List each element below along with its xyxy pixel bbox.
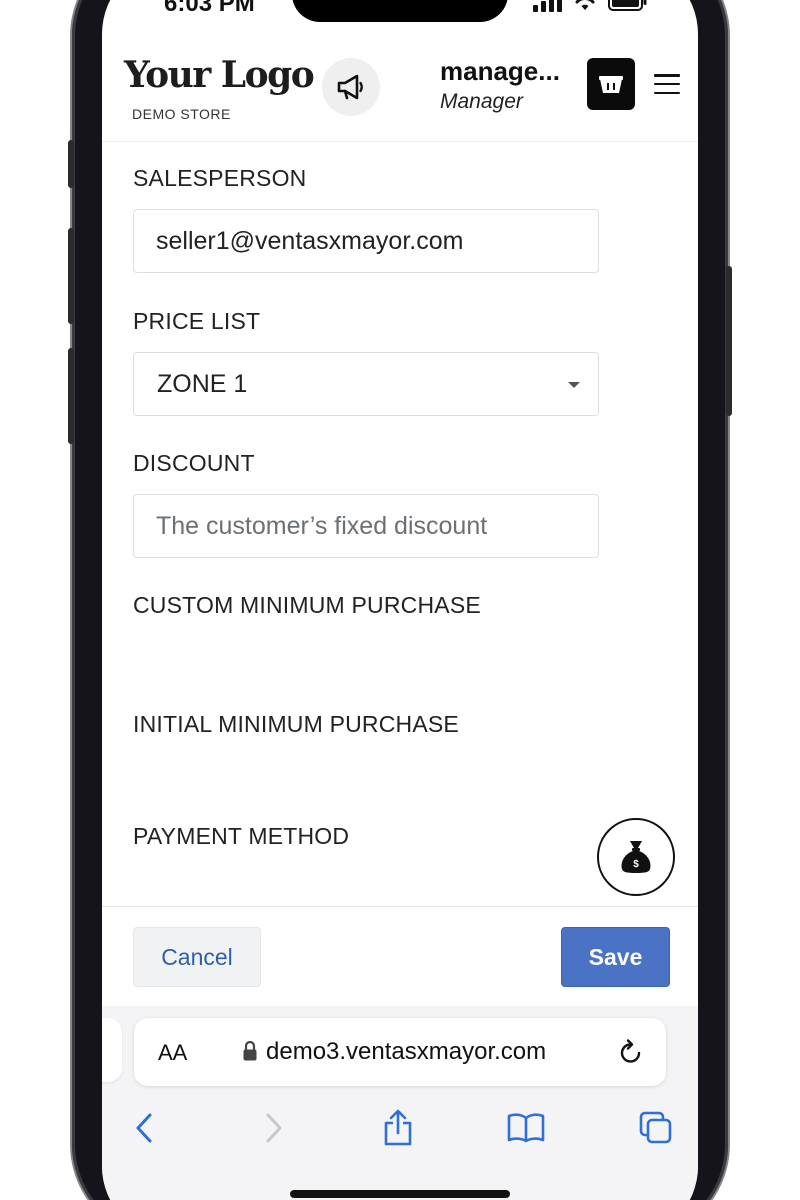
share-button[interactable] [376,1106,420,1150]
browser-toolbar: AA demo3.ventasxmayor.com [102,1006,698,1200]
money-bag-button[interactable]: $ [597,818,675,896]
caret-down-icon [568,382,580,388]
basket-icon [599,76,623,93]
back-button[interactable] [122,1106,166,1150]
power-button [726,266,732,416]
bookmarks-button[interactable] [504,1106,548,1150]
logo-subtitle: DEMO STORE [132,106,231,122]
form-actions: Cancel Save [102,906,698,1006]
status-time: 6:03 PM [164,0,255,17]
forward-icon [266,1113,282,1143]
hamburger-icon[interactable] [654,74,680,94]
url-text[interactable]: demo3.ventasxmayor.com [266,1038,546,1066]
reload-icon[interactable] [618,1038,644,1066]
payment-method-label: PAYMENT METHOD [133,823,350,849]
salesperson-label: SALESPERSON [133,165,307,191]
phone-screen: 6:03 PM Your Logo DEMO STORE manage... M… [102,0,698,1200]
dynamic-island [292,0,508,22]
app-header: Your Logo DEMO STORE manage... Manager [102,38,698,142]
discount-label: DISCOUNT [133,450,255,476]
signal-icon [533,0,562,12]
initial-minimum-purchase-label: INITIAL MINIMUM PURCHASE [133,711,459,737]
volume-down-button [68,348,74,444]
salesperson-input[interactable] [133,209,599,273]
share-icon [384,1109,412,1146]
bookmarks-icon [507,1113,545,1143]
user-name[interactable]: manage... [440,56,560,87]
forward-button[interactable] [252,1106,296,1150]
price-list-label: PRICE LIST [133,308,261,334]
status-icons [533,0,648,12]
cancel-button[interactable]: Cancel [133,927,261,987]
home-indicator [290,1190,510,1198]
save-button[interactable]: Save [561,927,670,987]
tabs-button[interactable] [634,1106,678,1150]
address-bar[interactable]: AA demo3.ventasxmayor.com [134,1018,666,1086]
custom-minimum-purchase-label: CUSTOM MINIMUM PURCHASE [133,592,481,618]
silent-switch [68,140,74,188]
user-role: Manager [440,90,523,113]
megaphone-icon [337,74,363,100]
volume-up-button [68,228,74,324]
wifi-icon [575,0,595,10]
cart-button[interactable] [587,58,635,110]
price-list-value: ZONE 1 [157,370,248,398]
lock-icon [243,1040,257,1061]
price-list-select[interactable]: ZONE 1 [133,352,599,416]
browser-nav [102,1106,698,1166]
announcements-button[interactable] [322,58,380,116]
tabs-icon [639,1111,672,1144]
logo-title[interactable]: Your Logo [124,54,315,96]
money-bag-glyph: $ [633,859,639,870]
money-bag-icon: $ [621,841,651,873]
back-icon [136,1113,152,1143]
discount-input[interactable] [133,494,599,558]
reader-settings-button[interactable]: AA [158,1040,187,1066]
battery-icon [608,0,647,11]
previous-tab-peek[interactable] [102,1018,122,1082]
